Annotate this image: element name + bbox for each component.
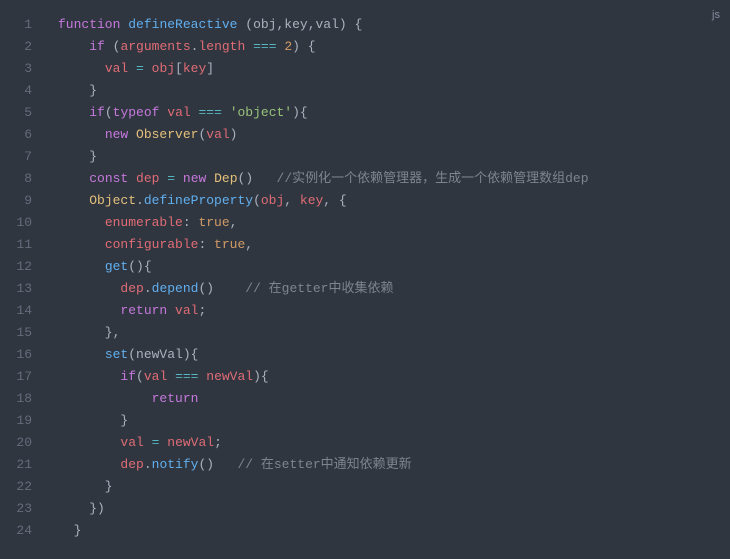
code-line: }: [58, 520, 730, 542]
language-badge: js: [712, 4, 720, 26]
line-number: 5: [0, 102, 42, 124]
line-number: 8: [0, 168, 42, 190]
code-line: Object.defineProperty(obj, key, {: [58, 190, 730, 212]
line-gutter: 123456789101112131415161718192021222324: [0, 14, 42, 542]
line-number: 22: [0, 476, 42, 498]
code-line: enumerable: true,: [58, 212, 730, 234]
code-line: set(newVal){: [58, 344, 730, 366]
code-line: if(typeof val === 'object'){: [58, 102, 730, 124]
line-number: 7: [0, 146, 42, 168]
code-line: val = obj[key]: [58, 58, 730, 80]
line-number: 10: [0, 212, 42, 234]
code-line: function defineReactive (obj,key,val) {: [58, 14, 730, 36]
line-number: 24: [0, 520, 42, 542]
code-line: dep.notify() // 在setter中通知依赖更新: [58, 454, 730, 476]
line-number: 16: [0, 344, 42, 366]
code-line: return: [58, 388, 730, 410]
code-line: dep.depend() // 在getter中收集依赖: [58, 278, 730, 300]
code-line: const dep = new Dep() //实例化一个依赖管理器，生成一个依…: [58, 168, 730, 190]
code-line: get(){: [58, 256, 730, 278]
code-line: if(val === newVal){: [58, 366, 730, 388]
line-number: 18: [0, 388, 42, 410]
code-line: if (arguments.length === 2) {: [58, 36, 730, 58]
code-area: function defineReactive (obj,key,val) { …: [42, 14, 730, 542]
code-line: },: [58, 322, 730, 344]
line-number: 14: [0, 300, 42, 322]
line-number: 9: [0, 190, 42, 212]
line-number: 12: [0, 256, 42, 278]
code-line: val = newVal;: [58, 432, 730, 454]
line-number: 4: [0, 80, 42, 102]
code-line: }: [58, 146, 730, 168]
line-number: 11: [0, 234, 42, 256]
line-number: 1: [0, 14, 42, 36]
line-number: 20: [0, 432, 42, 454]
code-line: configurable: true,: [58, 234, 730, 256]
line-number: 19: [0, 410, 42, 432]
code-line: }: [58, 80, 730, 102]
line-number: 21: [0, 454, 42, 476]
line-number: 2: [0, 36, 42, 58]
code-line: }): [58, 498, 730, 520]
code-line: return val;: [58, 300, 730, 322]
line-number: 3: [0, 58, 42, 80]
line-number: 15: [0, 322, 42, 344]
code-editor: 123456789101112131415161718192021222324 …: [0, 0, 730, 542]
line-number: 6: [0, 124, 42, 146]
line-number: 17: [0, 366, 42, 388]
code-line: }: [58, 410, 730, 432]
line-number: 23: [0, 498, 42, 520]
line-number: 13: [0, 278, 42, 300]
code-line: }: [58, 476, 730, 498]
code-line: new Observer(val): [58, 124, 730, 146]
